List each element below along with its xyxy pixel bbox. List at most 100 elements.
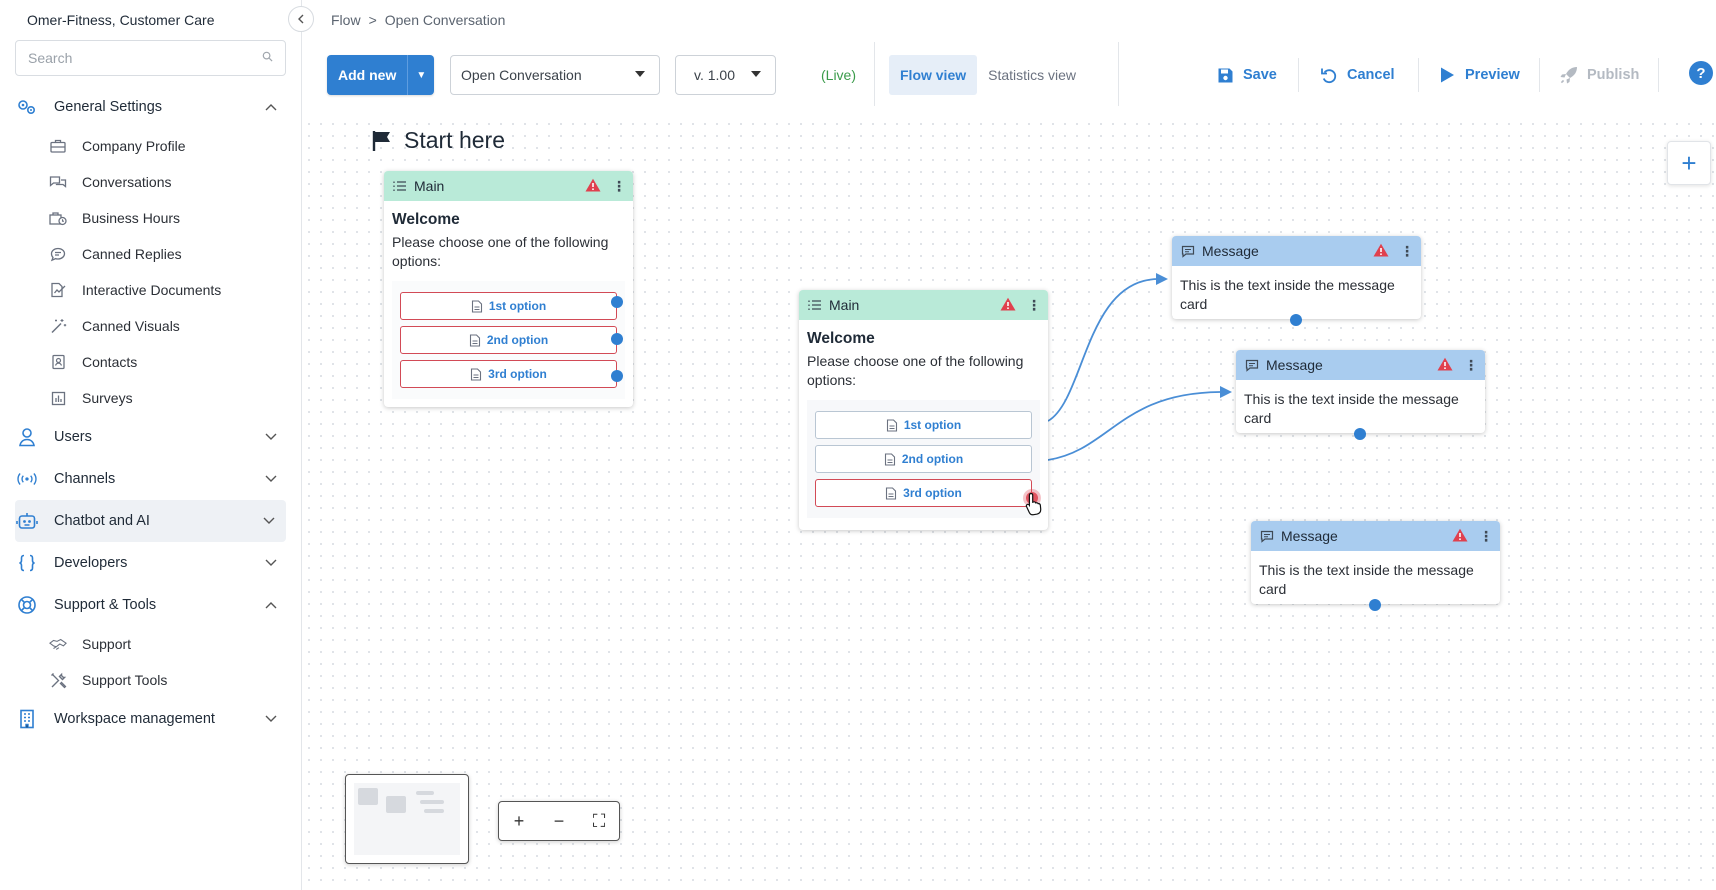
divider	[1418, 58, 1419, 92]
sidebar-section-users[interactable]: Users	[0, 416, 288, 458]
sidebar-item-label: Support Tools	[82, 672, 168, 688]
option-button[interactable]: 2nd option	[400, 326, 617, 354]
sidebar-section-developers[interactable]: Developers	[0, 542, 288, 584]
option-button[interactable]: 3rd option	[815, 479, 1032, 507]
comment-icon	[49, 245, 67, 263]
connection-handle[interactable]	[1369, 599, 1381, 611]
zoom-out-button[interactable]: −	[544, 811, 574, 832]
sidebar-item-canned-visuals[interactable]: Canned Visuals	[0, 308, 302, 344]
message-node-card[interactable]: Message ⋮ This is the text inside the me…	[1236, 350, 1485, 433]
flow-select-value: Open Conversation	[461, 67, 582, 83]
connection-handle[interactable]	[611, 370, 623, 382]
message-node-card[interactable]: Message ⋮ This is the text inside the me…	[1251, 521, 1500, 604]
sidebar-section-label: Workspace management	[54, 711, 215, 727]
search-input[interactable]	[28, 50, 262, 66]
options-list: 1st option 2nd option 3rd option	[807, 400, 1040, 518]
start-here-label: Start here	[372, 127, 505, 154]
sidebar-item-surveys[interactable]: Surveys	[0, 380, 302, 416]
kebab-menu-icon[interactable]: ⋮	[612, 177, 626, 195]
card-header[interactable]: Message ⋮	[1172, 236, 1421, 266]
save-button[interactable]: Save	[1215, 55, 1277, 95]
message-node-card[interactable]: Message ⋮ This is the text inside the me…	[1172, 236, 1421, 319]
cancel-button[interactable]: Cancel	[1319, 55, 1395, 95]
sidebar-item-company-profile[interactable]: Company Profile	[0, 128, 302, 164]
publish-button[interactable]: Publish	[1559, 55, 1639, 95]
connection-handle[interactable]	[1354, 428, 1366, 440]
collapse-sidebar-button[interactable]	[288, 6, 314, 32]
card-title: Welcome	[807, 330, 875, 347]
kebab-menu-icon[interactable]: ⋮	[1027, 296, 1041, 314]
connection-handle[interactable]	[1290, 314, 1302, 326]
robot-icon	[16, 511, 38, 531]
version-select-value: v. 1.00	[694, 67, 735, 83]
connection-handle[interactable]	[611, 296, 623, 308]
connection-handle[interactable]	[611, 333, 623, 345]
tab-flow-view[interactable]: Flow view	[889, 55, 978, 95]
kebab-menu-icon[interactable]: ⋮	[1479, 527, 1493, 545]
add-node-button[interactable]: +	[1667, 141, 1711, 185]
breadcrumb-flow-link[interactable]: Flow	[331, 12, 361, 28]
main-node-card[interactable]: Main ⋮ Welcome Please choose one of the …	[799, 290, 1048, 530]
card-header-label: Message	[1202, 243, 1259, 259]
gears-icon	[16, 97, 38, 117]
list-icon	[807, 297, 823, 313]
version-select[interactable]: v. 1.00	[675, 55, 776, 95]
card-header[interactable]: Main ⋮	[799, 290, 1048, 320]
rocket-icon	[1559, 65, 1579, 85]
sidebar-item-conversations[interactable]: Conversations	[0, 164, 302, 200]
fit-view-button[interactable]: ⛶	[584, 811, 614, 832]
sidebar-item-contacts[interactable]: Contacts	[0, 344, 302, 380]
add-new-label[interactable]: Add new	[327, 55, 409, 95]
divider	[1298, 58, 1299, 92]
warning-icon	[1452, 528, 1468, 545]
option-button[interactable]: 3rd option	[400, 360, 617, 388]
hand-cursor-icon	[1025, 492, 1042, 516]
sidebar-item-business-hours[interactable]: Business Hours	[0, 200, 302, 236]
main-node-card[interactable]: Main ⋮ Welcome Please choose one of the …	[384, 171, 633, 407]
preview-button[interactable]: Preview	[1437, 55, 1520, 95]
card-header[interactable]: Main ⋮	[384, 171, 633, 201]
zoom-in-button[interactable]: +	[504, 811, 534, 832]
clock-icon	[49, 209, 67, 227]
sidebar-section-label: Users	[54, 429, 92, 445]
publish-label: Publish	[1587, 67, 1640, 83]
card-title: Welcome	[392, 211, 460, 228]
building-icon	[16, 709, 38, 729]
option-button[interactable]: 2nd option	[815, 445, 1032, 473]
dropdown-arrow-icon	[635, 71, 645, 77]
sidebar-item-support-tools[interactable]: Support Tools	[0, 662, 302, 698]
option-label: 1st option	[488, 299, 547, 313]
sidebar-section-general-settings[interactable]: General Settings	[0, 86, 288, 128]
sidebar-section-channels[interactable]: Channels	[0, 458, 288, 500]
option-label: 2nd option	[901, 452, 964, 466]
help-button[interactable]: ?	[1689, 61, 1713, 85]
sidebar-section-workspace-management[interactable]: Workspace management	[0, 698, 288, 740]
kebab-menu-icon[interactable]: ⋮	[1464, 356, 1478, 374]
option-button[interactable]: 1st option	[815, 411, 1032, 439]
caret-down-icon[interactable]: ▼	[408, 55, 434, 95]
sidebar-item-canned-replies[interactable]: Canned Replies	[0, 236, 302, 272]
preview-label: Preview	[1465, 67, 1520, 83]
message-icon	[1259, 528, 1275, 544]
play-icon	[1437, 65, 1457, 85]
sidebar-search[interactable]	[15, 40, 286, 76]
sidebar-item-interactive-documents[interactable]: Interactive Documents	[0, 272, 302, 308]
sidebar: Omer-Fitness, Customer Care General Sett…	[0, 0, 302, 890]
chevron-down-icon	[262, 470, 280, 488]
kebab-menu-icon[interactable]: ⋮	[1400, 242, 1414, 260]
sidebar-section-support-tools[interactable]: Support & Tools	[0, 584, 288, 626]
flow-select[interactable]: Open Conversation	[450, 55, 660, 95]
handshake-icon	[49, 635, 67, 653]
sidebar-section-label: Developers	[54, 555, 128, 571]
dropdown-arrow-icon	[751, 71, 761, 77]
card-header[interactable]: Message ⋮	[1236, 350, 1485, 380]
sidebar-section-chatbot-and-ai[interactable]: Chatbot and AI	[15, 500, 286, 542]
option-button[interactable]: 1st option	[400, 292, 617, 320]
sidebar-item-support[interactable]: Support	[0, 626, 302, 662]
card-header[interactable]: Message ⋮	[1251, 521, 1500, 551]
magic-wand-icon	[49, 317, 67, 335]
sidebar-nav: General Settings Company Profile Convers…	[0, 86, 302, 740]
add-new-button[interactable]: Add new ▼	[327, 55, 435, 95]
tab-statistics-view[interactable]: Statistics view	[977, 55, 1087, 95]
minimap[interactable]	[345, 774, 469, 864]
